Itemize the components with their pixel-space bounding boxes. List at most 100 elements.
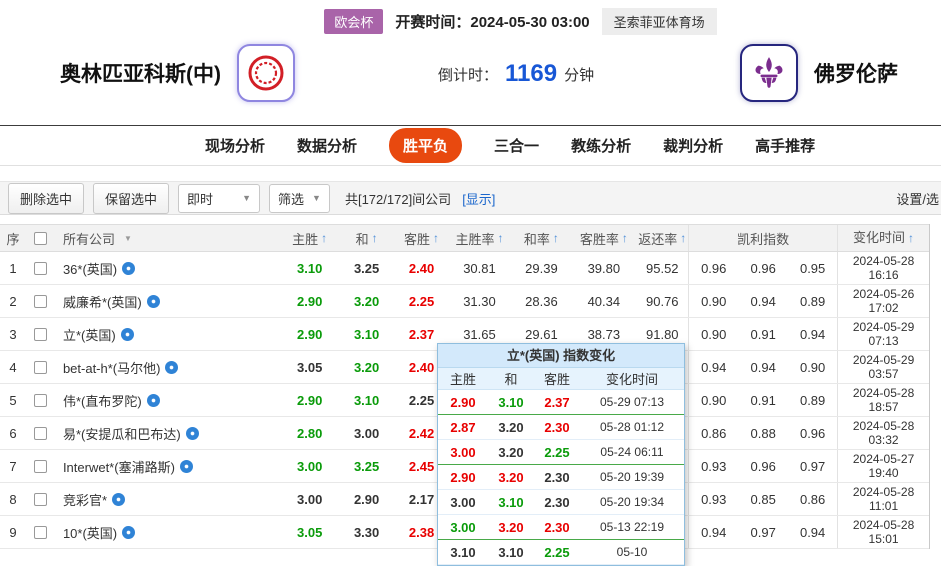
company-info-icon[interactable] bbox=[122, 261, 136, 275]
company-info-icon[interactable] bbox=[179, 459, 193, 473]
row-checkbox[interactable] bbox=[34, 525, 48, 539]
header-away-rate-label: 客胜率 bbox=[579, 231, 619, 247]
select-all-checkbox[interactable] bbox=[34, 231, 48, 245]
table-row: 1 36*(英国) 3.10 3.25 2.40 30.81 29.39 39.… bbox=[0, 252, 929, 285]
popup-col-header: 变化时间 bbox=[605, 372, 658, 387]
row-index: 2 bbox=[9, 293, 17, 309]
keep-selected-button[interactable]: 保留选中 bbox=[93, 182, 170, 214]
company-name[interactable]: Interwet*(塞浦路斯) bbox=[63, 457, 175, 476]
change-time: 2024-05-29 03:57 bbox=[837, 351, 929, 383]
header-draw-odds[interactable]: 和 ↑ bbox=[338, 225, 396, 251]
tab-data-analysis[interactable]: 数据分析 bbox=[297, 135, 357, 156]
odds-home: 2.80 bbox=[297, 425, 323, 441]
odds-home: 3.00 bbox=[297, 458, 323, 474]
tab-three-in-one[interactable]: 三合一 bbox=[494, 135, 539, 156]
header-kelly-index: 凯利指数 bbox=[688, 225, 837, 251]
popup-odds-away: 2.25 bbox=[544, 444, 570, 460]
home-win-rate: 31.30 bbox=[463, 293, 496, 309]
company-filter-caret-icon[interactable]: ▼ bbox=[124, 234, 132, 243]
kelly-home: 0.94 bbox=[688, 351, 738, 383]
return-rate: 90.76 bbox=[646, 293, 679, 309]
company-name[interactable]: bet-at-h*(马尔他) bbox=[63, 358, 161, 377]
header-away-odds[interactable]: 客胜 ↑ bbox=[396, 225, 448, 251]
row-checkbox[interactable] bbox=[34, 327, 48, 341]
tab-win-draw-loss[interactable]: 胜平负 bbox=[389, 128, 463, 163]
header-change-time[interactable]: 变化时间 ↑ bbox=[837, 225, 929, 251]
tab-expert-picks[interactable]: 高手推荐 bbox=[755, 135, 815, 156]
row-index: 9 bbox=[9, 524, 17, 540]
popup-odds-home: 2.90 bbox=[450, 469, 476, 485]
kelly-home: 0.86 bbox=[688, 417, 738, 449]
row-checkbox[interactable] bbox=[34, 393, 48, 407]
company-name[interactable]: 威廉希*(英国) bbox=[63, 292, 142, 311]
company-name[interactable]: 竞彩官* bbox=[63, 490, 107, 509]
company-info-icon[interactable] bbox=[120, 327, 134, 341]
change-time: 2024-05-28 11:01 bbox=[837, 483, 929, 515]
popup-odds-away: 2.30 bbox=[544, 519, 570, 535]
change-date: 2024-05-26 bbox=[852, 287, 915, 301]
header-return-rate[interactable]: 返还率 ↑ bbox=[636, 225, 688, 251]
popup-odds-row: 3.00 3.10 2.30 05-20 19:34 bbox=[438, 490, 684, 515]
kelly-draw: 0.91 bbox=[750, 326, 776, 342]
row-checkbox[interactable] bbox=[34, 360, 48, 374]
instant-dropdown-label: 即时 bbox=[187, 191, 214, 207]
toolbar: 删除选中 保留选中 即时 ▼ 筛选 ▼ 共[172/172]间公司 [显示] 设… bbox=[0, 181, 941, 215]
kickoff-time: 开赛时间：2024-05-30 03:00 bbox=[395, 11, 589, 32]
tab-live-analysis[interactable]: 现场分析 bbox=[205, 135, 265, 156]
company-info-icon[interactable] bbox=[122, 525, 136, 539]
filter-dropdown[interactable]: 筛选 ▼ bbox=[269, 183, 330, 213]
company-name[interactable]: 伟*(直布罗陀) bbox=[63, 391, 142, 410]
popup-odds-row: 2.90 3.20 2.30 05-20 19:39 bbox=[438, 465, 684, 490]
company-name[interactable]: 立*(英国) bbox=[63, 325, 116, 344]
countdown-label: 倒计时： bbox=[438, 66, 499, 84]
settings-link[interactable]: 设置/选 bbox=[896, 189, 939, 208]
change-date: 2024-05-27 bbox=[852, 452, 915, 466]
countdown-unit: 分钟 bbox=[564, 66, 595, 84]
odds-draw: 3.10 bbox=[353, 326, 380, 342]
row-checkbox[interactable] bbox=[34, 492, 48, 506]
popup-col-header: 主胜 bbox=[449, 372, 476, 387]
company-info-icon[interactable] bbox=[185, 426, 199, 440]
header-draw-rate[interactable]: 和率 ↑ bbox=[511, 225, 571, 251]
company-info-icon[interactable] bbox=[112, 492, 125, 506]
league-badge: 欧会杯 bbox=[324, 9, 384, 34]
header-company[interactable]: 所有公司 ▼ bbox=[56, 225, 282, 251]
delete-selected-button[interactable]: 删除选中 bbox=[8, 182, 85, 214]
odds-home: 3.05 bbox=[297, 359, 323, 375]
change-time: 2024-05-26 17:02 bbox=[837, 285, 929, 317]
header-home-odds-label: 主胜 bbox=[292, 231, 319, 247]
change-time: 2024-05-28 15:01 bbox=[837, 516, 929, 548]
return-rate: 95.52 bbox=[646, 260, 679, 276]
company-name[interactable]: 36*(英国) bbox=[63, 259, 117, 278]
company-count: 共[172/172]间公司 bbox=[344, 191, 452, 207]
popup-odds-home: 3.10 bbox=[450, 544, 476, 560]
kickoff-label: 开赛时间： bbox=[395, 14, 471, 31]
show-link[interactable]: [显示] bbox=[462, 189, 495, 208]
kelly-draw: 0.88 bbox=[750, 425, 776, 441]
popup-odds-away: 2.30 bbox=[544, 469, 570, 485]
tab-coach-analysis[interactable]: 教练分析 bbox=[571, 135, 631, 156]
odds-draw: 3.10 bbox=[353, 392, 380, 408]
odds-draw: 3.25 bbox=[353, 458, 380, 474]
row-checkbox[interactable] bbox=[34, 294, 48, 308]
header-home-odds[interactable]: 主胜 ↑ bbox=[282, 225, 338, 251]
company-name[interactable]: 10*(英国) bbox=[63, 523, 117, 542]
popup-col-header: 和 bbox=[504, 372, 518, 387]
change-clock: 03:57 bbox=[868, 367, 899, 381]
popup-change-time: 05-28 01:12 bbox=[599, 420, 665, 434]
row-checkbox[interactable] bbox=[34, 426, 48, 440]
row-checkbox[interactable] bbox=[34, 261, 48, 275]
header-home-rate[interactable]: 主胜率 ↑ bbox=[448, 225, 512, 251]
away-win-rate: 39.80 bbox=[587, 260, 621, 276]
row-checkbox[interactable] bbox=[34, 459, 48, 473]
company-info-icon[interactable] bbox=[146, 393, 160, 407]
header-draw-odds-label: 和 bbox=[355, 231, 369, 247]
company-info-icon[interactable] bbox=[146, 294, 160, 308]
header-away-odds-label: 客胜 bbox=[404, 231, 431, 247]
company-name[interactable]: 易*(安提瓜和巴布达) bbox=[63, 424, 181, 443]
header-away-rate[interactable]: 客胜率 ↑ bbox=[571, 225, 636, 251]
tab-referee-analysis[interactable]: 裁判分析 bbox=[663, 135, 723, 156]
company-info-icon[interactable] bbox=[165, 360, 179, 374]
change-date: 2024-05-28 bbox=[852, 386, 915, 400]
instant-dropdown[interactable]: 即时 ▼ bbox=[178, 183, 261, 213]
